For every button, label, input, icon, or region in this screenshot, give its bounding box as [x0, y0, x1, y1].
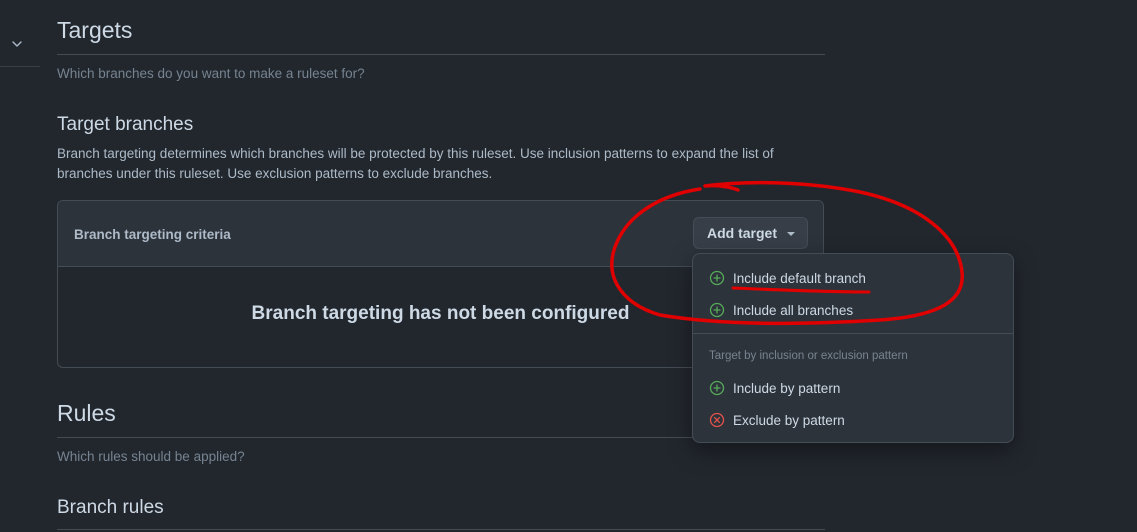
targets-subtitle: Which branches do you want to make a rul…	[57, 66, 365, 81]
rail-divider	[0, 66, 40, 67]
menu-item-label: Exclude by pattern	[733, 412, 845, 428]
plus-circle-icon	[709, 380, 725, 396]
x-circle-icon	[709, 412, 725, 428]
menu-group-label: Target by inclusion or exclusion pattern	[709, 350, 908, 362]
caret-down-icon	[787, 232, 795, 236]
chevron-down-icon[interactable]	[9, 36, 25, 52]
criteria-title: Branch targeting criteria	[74, 227, 231, 242]
menu-divider	[693, 333, 1013, 334]
target-branches-description: Branch targeting determines which branch…	[57, 146, 774, 181]
plus-circle-icon	[709, 302, 725, 318]
menu-item-include-all-branches[interactable]: Include all branches	[693, 295, 1013, 325]
menu-item-include-by-pattern[interactable]: Include by pattern	[693, 373, 1013, 403]
branch-rules-heading: Branch rules	[57, 497, 164, 518]
targets-heading: Targets	[57, 17, 133, 43]
menu-item-label: Include all branches	[733, 302, 854, 318]
targets-divider	[57, 54, 825, 55]
target-branches-heading: Target branches	[57, 114, 194, 135]
rules-heading: Rules	[57, 400, 116, 426]
menu-item-label: Include default branch	[733, 270, 866, 286]
add-target-label: Add target	[707, 225, 777, 241]
menu-item-include-default-branch[interactable]: Include default branch	[693, 263, 1013, 293]
add-target-menu: Include default branch Include all branc…	[692, 253, 1014, 443]
plus-circle-icon	[709, 270, 725, 286]
add-target-button[interactable]: Add target	[693, 217, 808, 249]
ruleset-settings-page: Targets Which branches do you want to ma…	[0, 0, 1137, 532]
rules-subtitle: Which rules should be applied?	[57, 449, 245, 464]
branch-rules-divider	[57, 529, 825, 530]
menu-item-label: Include by pattern	[733, 380, 841, 396]
menu-item-exclude-by-pattern[interactable]: Exclude by pattern	[693, 405, 1013, 435]
